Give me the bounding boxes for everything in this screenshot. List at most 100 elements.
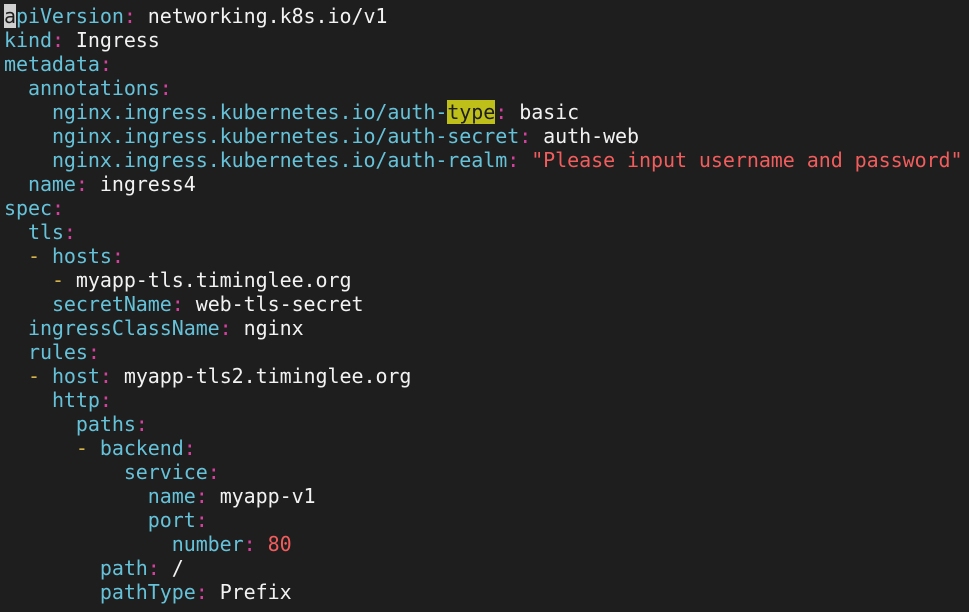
text-cursor: a	[4, 4, 16, 28]
search-highlight: type	[447, 100, 496, 124]
list-dash: -	[75, 436, 100, 460]
yaml-editor[interactable]: apiVersion: networking.k8s.io/v1 kind: In…	[0, 0, 969, 612]
code-line[interactable]: metadata:	[0, 52, 969, 76]
code-line[interactable]: paths:	[0, 412, 969, 436]
yaml-key: http	[51, 388, 100, 412]
yaml-value: auth-web	[543, 124, 640, 148]
colon: :	[99, 52, 112, 76]
colon: :	[135, 412, 148, 436]
yaml-key: nginx.ingress.kubernetes.io/auth-secret	[51, 124, 520, 148]
yaml-key: name	[27, 172, 76, 196]
colon: :	[75, 172, 88, 196]
colon: :	[195, 508, 208, 532]
code-line[interactable]: - hosts:	[0, 244, 969, 268]
code-line[interactable]: port:	[0, 508, 969, 532]
yaml-value: ingress4	[99, 172, 196, 196]
code-line[interactable]: secretName: web-tls-secret	[0, 292, 969, 316]
colon: :	[195, 580, 208, 604]
colon: :	[87, 340, 100, 364]
code-line[interactable]: http:	[0, 388, 969, 412]
code-line[interactable]: nginx.ingress.kubernetes.io/auth-realm: …	[0, 148, 969, 172]
colon: :	[159, 76, 172, 100]
yaml-value: /	[171, 556, 184, 580]
yaml-key: number	[171, 532, 244, 556]
code-line[interactable]: pathType: Prefix	[0, 580, 969, 604]
colon: :	[519, 124, 532, 148]
yaml-key: nginx.ingress.kubernetes.io/auth-realm	[51, 148, 508, 172]
yaml-key: ingressClassName	[27, 316, 220, 340]
yaml-key: service	[123, 460, 208, 484]
colon: :	[495, 100, 508, 124]
code-line[interactable]: kind: Ingress	[0, 28, 969, 52]
yaml-key: paths	[75, 412, 136, 436]
yaml-value: web-tls-secret	[195, 292, 364, 316]
yaml-key: secretName	[51, 292, 172, 316]
yaml-key: host	[51, 364, 100, 388]
code-line[interactable]: - myapp-tls.timinglee.org	[0, 268, 969, 292]
colon: :	[51, 28, 64, 52]
colon: :	[123, 4, 136, 28]
code-line[interactable]: number: 80	[0, 532, 969, 556]
code-line[interactable]: rules:	[0, 340, 969, 364]
code-line[interactable]: nginx.ingress.kubernetes.io/auth-secret:…	[0, 124, 969, 148]
list-item-value: myapp-tls.timinglee.org	[75, 268, 352, 292]
colon: :	[147, 556, 160, 580]
yaml-key: name	[147, 484, 196, 508]
code-line[interactable]: name: ingress4	[0, 172, 969, 196]
yaml-key: piVersion	[15, 4, 124, 28]
yaml-value: networking.k8s.io/v1	[147, 4, 388, 28]
yaml-key: annotations	[27, 76, 160, 100]
list-dash: -	[27, 364, 52, 388]
colon: :	[507, 148, 520, 172]
code-line[interactable]: path: /	[0, 556, 969, 580]
yaml-value: myapp-v1	[219, 484, 316, 508]
code-line[interactable]: tls:	[0, 220, 969, 244]
colon: :	[51, 196, 64, 220]
list-dash: -	[51, 268, 76, 292]
colon: :	[219, 316, 232, 340]
yaml-key: nginx.ingress.kubernetes.io/auth-	[51, 100, 448, 124]
colon: :	[195, 484, 208, 508]
code-line[interactable]: apiVersion: networking.k8s.io/v1	[0, 4, 969, 28]
yaml-key: tls	[27, 220, 64, 244]
yaml-key: pathType	[99, 580, 196, 604]
code-line[interactable]: nginx.ingress.kubernetes.io/auth-type: b…	[0, 100, 969, 124]
code-line[interactable]: annotations:	[0, 76, 969, 100]
code-line[interactable]: service:	[0, 460, 969, 484]
yaml-key: kind	[4, 28, 52, 52]
colon: :	[171, 292, 184, 316]
yaml-number: 80	[267, 532, 292, 556]
code-line[interactable]: - backend:	[0, 436, 969, 460]
colon: :	[243, 532, 256, 556]
code-line[interactable]: spec:	[0, 196, 969, 220]
list-dash: -	[27, 244, 52, 268]
yaml-string: "Please input username and password"	[531, 148, 963, 172]
yaml-key: port	[147, 508, 196, 532]
colon: :	[99, 388, 112, 412]
code-line[interactable]: ingressClassName: nginx	[0, 316, 969, 340]
yaml-value: nginx	[243, 316, 304, 340]
yaml-value: basic	[519, 100, 580, 124]
colon: :	[63, 220, 76, 244]
yaml-key: backend	[99, 436, 184, 460]
yaml-value: Prefix	[219, 580, 292, 604]
code-line[interactable]: name: myapp-v1	[0, 484, 969, 508]
colon: :	[183, 436, 196, 460]
code-line[interactable]: - host: myapp-tls2.timinglee.org	[0, 364, 969, 388]
